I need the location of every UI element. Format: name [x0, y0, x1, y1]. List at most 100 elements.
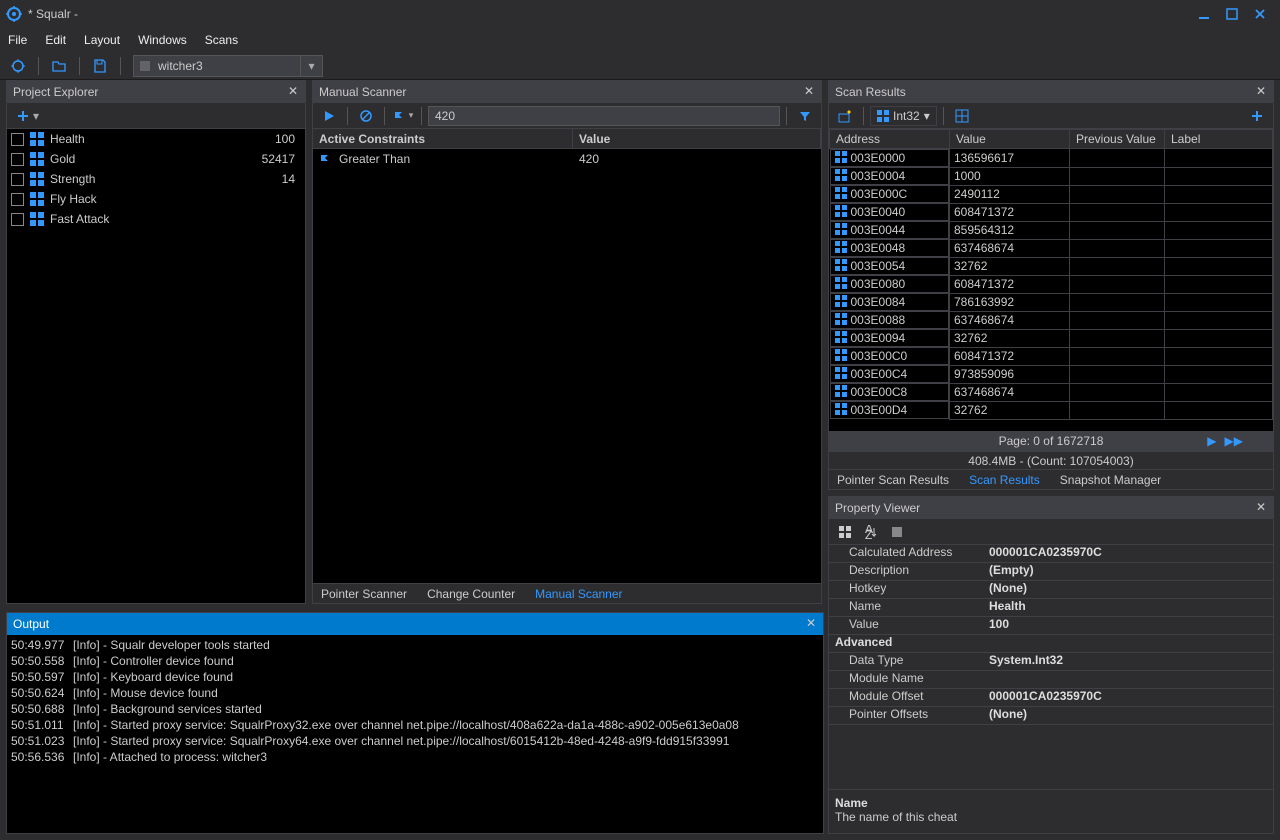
grid-icon: [835, 259, 847, 274]
data-type-dropdown[interactable]: Int32 ▾: [870, 106, 937, 126]
menu-file[interactable]: File: [8, 33, 27, 47]
menu-layout[interactable]: Layout: [84, 33, 120, 47]
property-row[interactable]: Data TypeSystem.Int32: [829, 653, 1273, 671]
scan-results-close-icon[interactable]: ✕: [1253, 83, 1269, 99]
title-bar: * Squalr -: [0, 0, 1280, 28]
add-dropdown-icon[interactable]: ▾: [33, 109, 39, 123]
project-item[interactable]: Health100: [7, 129, 305, 149]
prop-sort-button[interactable]: AZ: [859, 521, 883, 543]
constraint-type-button[interactable]: ▾: [391, 105, 415, 127]
project-item-checkbox[interactable]: [11, 213, 24, 226]
view-button[interactable]: [950, 105, 974, 127]
grid-icon: [835, 313, 847, 328]
process-selector[interactable]: witcher3 ▾: [133, 55, 323, 77]
result-row[interactable]: 003E00C0608471372: [830, 347, 1273, 365]
result-row[interactable]: 003E00C4973859096: [830, 365, 1273, 383]
project-item-checkbox[interactable]: [11, 133, 24, 146]
property-row[interactable]: Module Offset000001CA0235970C: [829, 689, 1273, 707]
target-button[interactable]: [6, 55, 30, 77]
process-dropdown-icon[interactable]: ▾: [300, 56, 322, 76]
result-row[interactable]: 003E0040608471372: [830, 203, 1273, 221]
property-row[interactable]: NameHealth: [829, 599, 1273, 617]
result-row[interactable]: 003E009432762: [830, 329, 1273, 347]
tab-manual-scanner[interactable]: Manual Scanner: [531, 585, 626, 603]
project-item[interactable]: Fly Hack: [7, 189, 305, 209]
result-row[interactable]: 003E00041000: [830, 167, 1273, 185]
scan-reset-button[interactable]: [354, 105, 378, 127]
property-category[interactable]: Advanced: [829, 635, 1273, 653]
result-address: 003E0094: [851, 331, 906, 345]
output-timestamp: 50:50.624: [11, 685, 67, 701]
result-row[interactable]: 003E0088637468674: [830, 311, 1273, 329]
result-row[interactable]: 003E005432762: [830, 257, 1273, 275]
project-item[interactable]: Fast Attack: [7, 209, 305, 229]
col-address[interactable]: Address: [830, 130, 950, 149]
result-prev: [1070, 329, 1165, 347]
tab-pointer-scanner[interactable]: Pointer Scanner: [317, 585, 411, 603]
property-row[interactable]: Pointer Offsets(None): [829, 707, 1273, 725]
result-address: 003E00D4: [851, 403, 908, 417]
output-line: 50:51.011[Info] - Started proxy service:…: [11, 717, 819, 733]
result-row[interactable]: 003E0080608471372: [830, 275, 1273, 293]
constraint-row[interactable]: Greater Than420: [313, 149, 821, 169]
result-label: [1165, 347, 1273, 365]
col-value[interactable]: Value: [950, 130, 1070, 149]
result-row[interactable]: 003E000C2490112: [830, 185, 1273, 203]
data-type-label: Int32: [893, 109, 920, 123]
result-value: 637468674: [950, 239, 1070, 257]
tab-snapshot-manager[interactable]: Snapshot Manager: [1056, 471, 1165, 489]
open-button[interactable]: [47, 55, 71, 77]
property-row[interactable]: Calculated Address000001CA0235970C: [829, 545, 1273, 563]
col-label[interactable]: Label: [1165, 130, 1273, 149]
project-item-checkbox[interactable]: [11, 193, 24, 206]
result-row[interactable]: 003E00D432762: [830, 401, 1273, 419]
property-row[interactable]: Module Name: [829, 671, 1273, 689]
result-row[interactable]: 003E00C8637468674: [830, 383, 1273, 401]
grid-icon: [30, 212, 44, 226]
result-row[interactable]: 003E0084786163992: [830, 293, 1273, 311]
result-label: [1165, 383, 1273, 401]
close-button[interactable]: [1246, 4, 1274, 24]
property-row[interactable]: Value100: [829, 617, 1273, 635]
result-row[interactable]: 003E0048637468674: [830, 239, 1273, 257]
tab-scan-results[interactable]: Scan Results: [965, 471, 1044, 489]
result-row[interactable]: 003E0044859564312: [830, 221, 1273, 239]
add-result-button[interactable]: [1245, 105, 1269, 127]
property-row[interactable]: Hotkey(None): [829, 581, 1273, 599]
col-prev-value[interactable]: Previous Value: [1070, 130, 1165, 149]
prop-cat-button[interactable]: [833, 521, 857, 543]
project-item-checkbox[interactable]: [11, 153, 24, 166]
add-item-button[interactable]: [11, 105, 35, 127]
tab-change-counter[interactable]: Change Counter: [423, 585, 519, 603]
property-row[interactable]: Description(Empty): [829, 563, 1273, 581]
output-title: Output: [13, 617, 49, 631]
menu-edit[interactable]: Edit: [45, 33, 66, 47]
property-viewer-close-icon[interactable]: ✕: [1253, 499, 1269, 515]
result-address: 003E0044: [851, 223, 906, 237]
project-explorer-header: Project Explorer ✕: [7, 81, 305, 103]
collect-values-button[interactable]: [833, 105, 857, 127]
minimize-button[interactable]: [1190, 4, 1218, 24]
scan-filter-button[interactable]: [793, 105, 817, 127]
save-button[interactable]: [88, 55, 112, 77]
menu-windows[interactable]: Windows: [138, 33, 187, 47]
scan-play-button[interactable]: [317, 105, 341, 127]
result-value: 608471372: [950, 347, 1070, 365]
page-last-icon[interactable]: ▶▶: [1225, 434, 1243, 448]
result-prev: [1070, 203, 1165, 221]
manual-scanner-close-icon[interactable]: ✕: [801, 83, 817, 99]
grid-icon: [835, 367, 847, 382]
result-row[interactable]: 003E0000136596617: [830, 149, 1273, 168]
project-explorer-close-icon[interactable]: ✕: [285, 83, 301, 99]
prop-page-button[interactable]: [885, 521, 909, 543]
maximize-button[interactable]: [1218, 4, 1246, 24]
property-value: Health: [989, 599, 1273, 616]
scan-value-input[interactable]: [428, 106, 780, 126]
menu-scans[interactable]: Scans: [205, 33, 238, 47]
project-item[interactable]: Strength14: [7, 169, 305, 189]
output-close-icon[interactable]: ✕: [803, 615, 819, 631]
page-next-icon[interactable]: ▶: [1207, 434, 1216, 448]
project-item-checkbox[interactable]: [11, 173, 24, 186]
tab-pointer-scan-results[interactable]: Pointer Scan Results: [833, 471, 953, 489]
project-item[interactable]: Gold52417: [7, 149, 305, 169]
